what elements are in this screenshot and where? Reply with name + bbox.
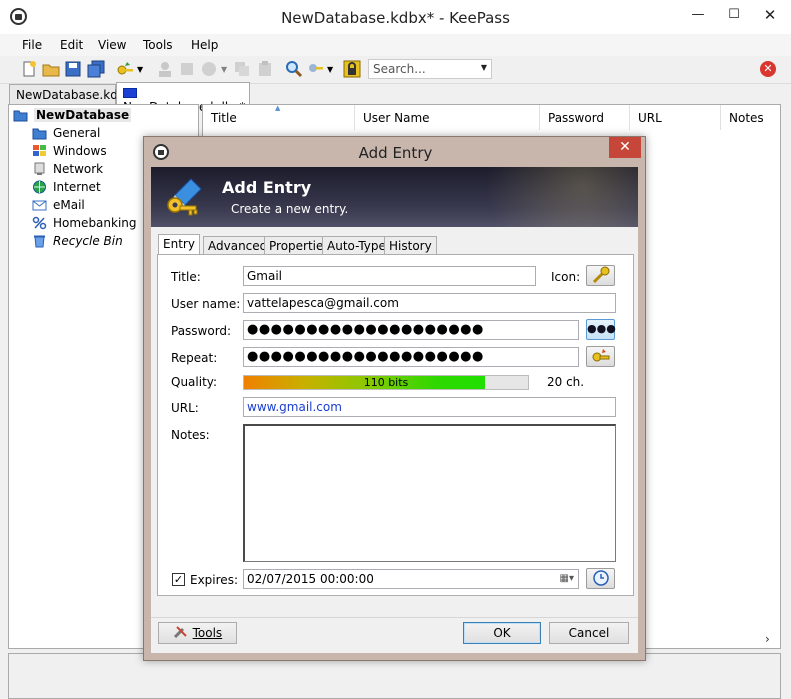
dialog-body: Entry Advanced Properties Auto-Type Hist… bbox=[151, 227, 638, 617]
url-field[interactable]: www.gmail.com bbox=[243, 397, 616, 417]
quality-chars: 20 ch. bbox=[547, 375, 585, 389]
password-field[interactable]: ●●●●●●●●●●●●●●●●●●●● bbox=[243, 320, 579, 340]
tab-auto-type[interactable]: Auto-Type bbox=[322, 236, 391, 255]
show-entries-icon[interactable] bbox=[307, 60, 325, 78]
globe-icon bbox=[33, 180, 46, 194]
maximize-button[interactable]: ☐ bbox=[719, 4, 749, 26]
sort-indicator-icon: ▲ bbox=[275, 104, 281, 112]
menu-bar: File Edit View Tools Help bbox=[0, 34, 791, 56]
username-label: User name: bbox=[171, 297, 241, 311]
save-all-icon[interactable] bbox=[87, 60, 105, 78]
percent-icon bbox=[32, 216, 47, 230]
menu-file[interactable]: File bbox=[22, 38, 42, 52]
dialog-button-bar: Tools OK Cancel bbox=[151, 617, 638, 653]
close-window-button[interactable]: ✕ bbox=[755, 4, 785, 26]
menu-tools[interactable]: Tools bbox=[143, 38, 173, 52]
recycle-bin-icon bbox=[34, 235, 45, 248]
show-password-button[interactable]: ●●● bbox=[586, 319, 616, 340]
menu-view[interactable]: View bbox=[98, 38, 126, 52]
password-generator-button[interactable] bbox=[586, 346, 615, 367]
quality-bar: 110 bits bbox=[243, 375, 529, 390]
key-pen-icon bbox=[167, 178, 202, 216]
url-label: URL: bbox=[171, 401, 199, 415]
title-field[interactable]: Gmail bbox=[243, 266, 536, 286]
tab-newdatabase-modified[interactable]: NewDatabase.kdbx* bbox=[116, 82, 250, 114]
menu-edit[interactable]: Edit bbox=[60, 38, 83, 52]
title-label: Title: bbox=[171, 270, 201, 284]
quality-bits: 110 bits bbox=[363, 376, 409, 389]
banner-title: Add Entry bbox=[222, 178, 312, 197]
close-database-icon[interactable]: ✕ bbox=[760, 61, 776, 77]
copy-username-icon bbox=[181, 63, 193, 75]
column-header-username[interactable]: User Name bbox=[355, 105, 540, 130]
icon-picker-button[interactable] bbox=[586, 265, 615, 286]
icon-label: Icon: bbox=[551, 270, 581, 284]
folder-icon bbox=[32, 128, 47, 140]
menu-help[interactable]: Help bbox=[191, 38, 218, 52]
add-entry-dialog: Add Entry ✕ Add Entry Create a new entry… bbox=[143, 136, 646, 661]
dialog-banner: Add Entry Create a new entry. bbox=[151, 167, 638, 227]
tools-icon bbox=[173, 626, 187, 639]
password-generator-icon bbox=[592, 349, 609, 362]
edit-entry-icon bbox=[159, 62, 171, 77]
tools-button[interactable]: Tools bbox=[158, 622, 237, 644]
scroll-right-arrow-icon[interactable]: › bbox=[765, 632, 770, 646]
search-dropdown-icon[interactable]: ▼ bbox=[481, 63, 487, 72]
dialog-title: Add Entry bbox=[358, 144, 433, 162]
lock-workspace-icon[interactable] bbox=[343, 60, 361, 78]
database-color-swatch bbox=[123, 88, 137, 98]
cancel-button[interactable]: Cancel bbox=[549, 622, 629, 644]
window-title: NewDatabase.kdbx* - KeePass bbox=[281, 9, 510, 27]
clock-icon bbox=[592, 570, 609, 586]
toolbar: ▼ ▼ ▼ Search... ▼ ✕ bbox=[0, 56, 791, 84]
copy-password-icon bbox=[202, 62, 216, 76]
column-header-url[interactable]: URL bbox=[630, 105, 721, 130]
open-folder-icon bbox=[13, 110, 28, 122]
repeat-password-field[interactable]: ●●●●●●●●●●●●●●●●●●●● bbox=[243, 347, 579, 367]
email-icon bbox=[32, 200, 47, 211]
title-bar: NewDatabase.kdbx* - KeePass — ☐ ✕ bbox=[0, 0, 791, 34]
notes-textarea[interactable] bbox=[243, 424, 616, 562]
show-entries-dropdown-icon[interactable]: ▼ bbox=[327, 65, 333, 74]
new-database-icon[interactable] bbox=[20, 60, 38, 78]
minimize-button[interactable]: — bbox=[683, 4, 713, 26]
paste-entry-icon bbox=[259, 61, 271, 76]
expires-datetime-field[interactable]: 02/07/2015 00:00:00 ▦▾ bbox=[243, 569, 579, 589]
repeat-label: Repeat: bbox=[171, 351, 218, 365]
quality-label: Quality: bbox=[171, 375, 218, 389]
windows-icon bbox=[33, 145, 46, 156]
expiry-presets-button[interactable] bbox=[586, 568, 615, 589]
search-input[interactable]: Search... ▼ bbox=[368, 59, 492, 79]
entry-tab-panel: Title: Gmail Icon: User name: vattelapes… bbox=[157, 254, 634, 596]
find-icon[interactable] bbox=[285, 60, 303, 78]
key-icon bbox=[592, 266, 609, 284]
add-entry-icon[interactable] bbox=[116, 60, 134, 78]
expires-value: 02/07/2015 00:00:00 bbox=[247, 572, 374, 586]
dialog-close-button[interactable]: ✕ bbox=[609, 137, 641, 158]
tab-newdatabase-saved[interactable]: NewDatabase.kdbx bbox=[9, 84, 133, 104]
open-database-icon[interactable] bbox=[42, 60, 60, 78]
save-icon[interactable] bbox=[64, 60, 82, 78]
column-header-notes[interactable]: Notes bbox=[721, 105, 781, 130]
username-field[interactable]: vattelapesca@gmail.com bbox=[243, 293, 616, 313]
tools-button-label: Tools bbox=[192, 626, 223, 640]
banner-subtitle: Create a new entry. bbox=[231, 202, 349, 216]
network-icon bbox=[34, 162, 45, 175]
copy-entry-icon bbox=[235, 62, 249, 76]
copy-dropdown-icon: ▼ bbox=[221, 65, 228, 74]
add-entry-dropdown-icon[interactable]: ▼ bbox=[137, 65, 143, 74]
ok-button[interactable]: OK bbox=[463, 622, 541, 644]
password-label: Password: bbox=[171, 324, 232, 338]
expires-checkbox[interactable]: ✓ bbox=[172, 573, 185, 586]
tab-history[interactable]: History bbox=[384, 236, 437, 255]
notes-label: Notes: bbox=[171, 428, 210, 442]
expires-label: Expires: bbox=[190, 573, 238, 587]
calendar-dropdown-icon[interactable]: ▦▾ bbox=[560, 573, 574, 584]
column-header-password[interactable]: Password bbox=[540, 105, 630, 130]
tab-entry[interactable]: Entry bbox=[158, 234, 200, 255]
tab-advanced[interactable]: Advanced bbox=[203, 236, 273, 255]
search-placeholder: Search... bbox=[373, 62, 426, 76]
